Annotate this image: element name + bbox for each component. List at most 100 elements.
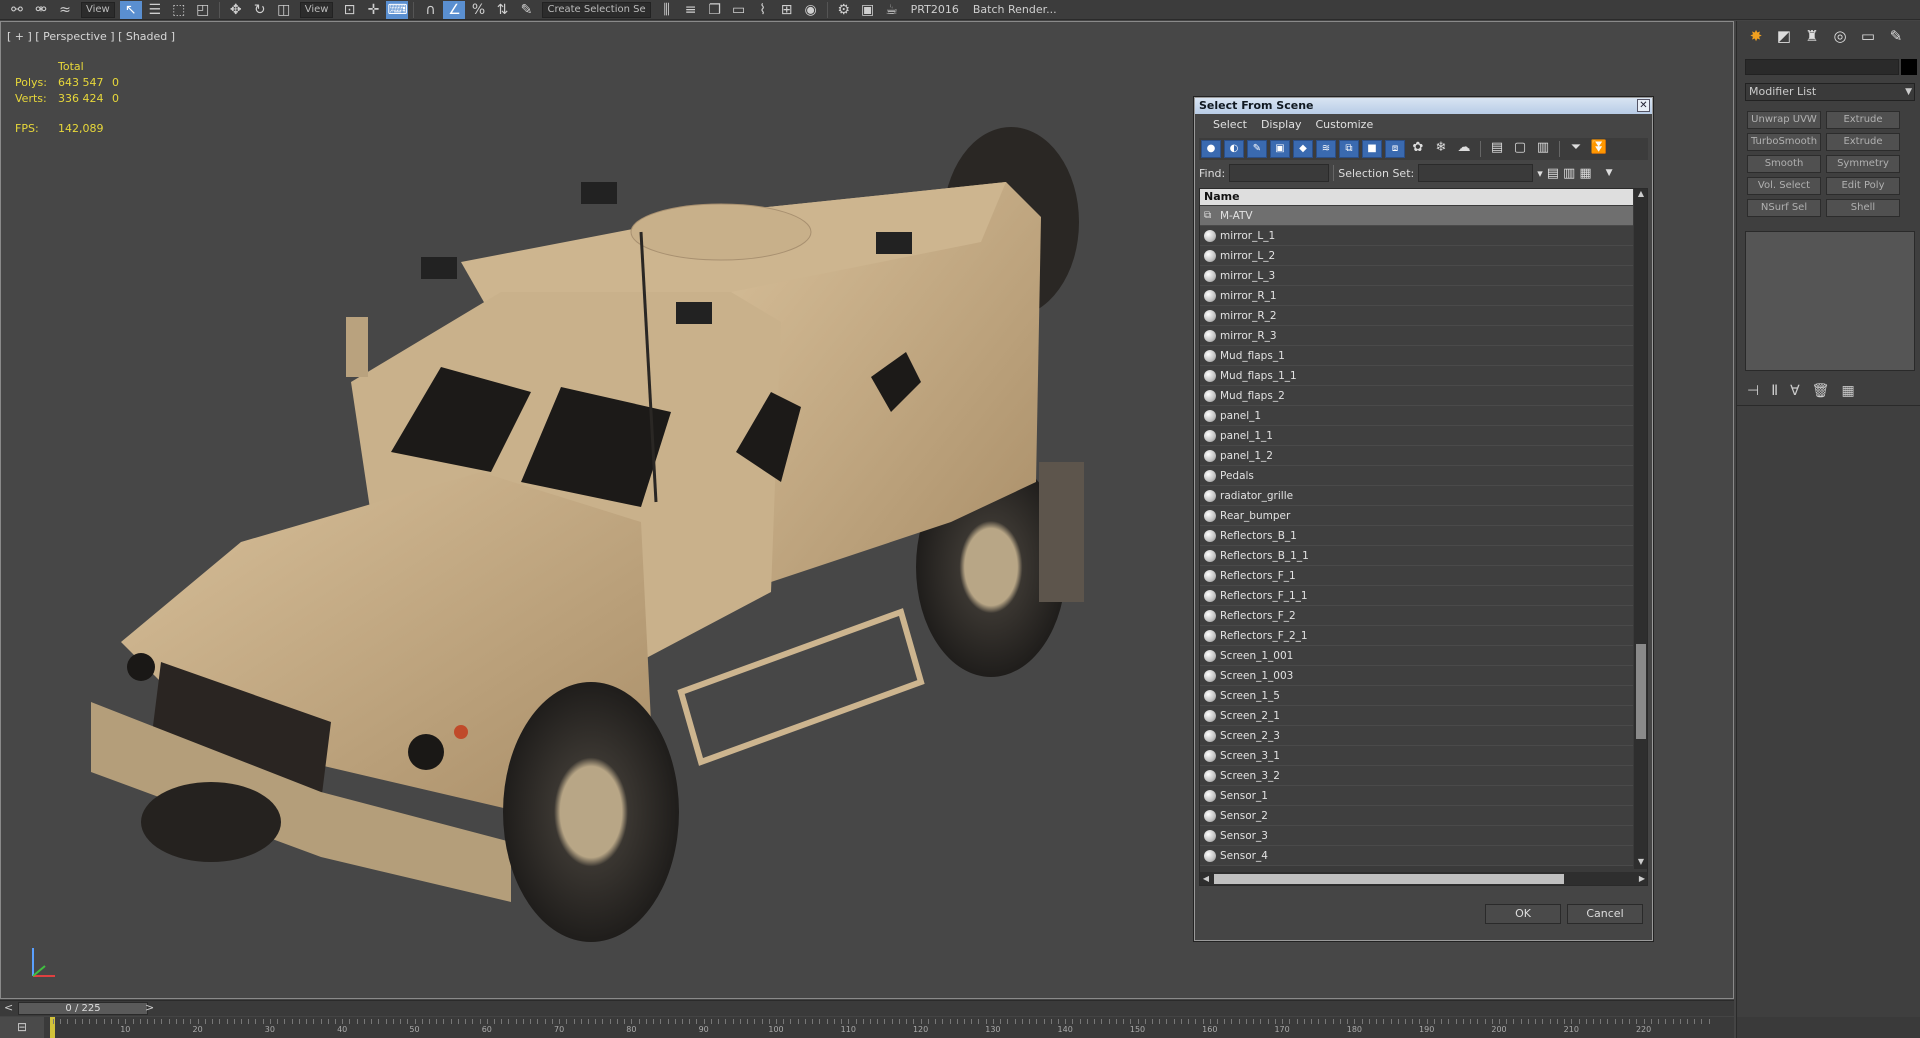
list-item[interactable]: Rear_bumper bbox=[1200, 506, 1633, 526]
list-item[interactable]: Reflectors_B_1 bbox=[1200, 526, 1633, 546]
batch-render-button[interactable]: Batch Render... bbox=[967, 3, 1063, 16]
list-item[interactable]: panel_1 bbox=[1200, 406, 1633, 426]
create-selection-set-icon[interactable]: ▤ bbox=[1547, 166, 1559, 181]
chevron-down-icon[interactable]: ▾ bbox=[1537, 167, 1543, 180]
show-end-result-icon[interactable]: Ⅱ bbox=[1771, 383, 1778, 399]
time-slider-prev-icon[interactable]: < bbox=[4, 1001, 13, 1014]
expand-toolbar-icon[interactable]: ▼ bbox=[1606, 168, 1613, 178]
find-input[interactable] bbox=[1229, 164, 1330, 182]
modifier-button-nsurf-sel[interactable]: NSurf Sel bbox=[1747, 199, 1821, 217]
scroll-up-icon[interactable]: ▲ bbox=[1634, 189, 1647, 201]
render-production-icon[interactable]: ☕ bbox=[881, 1, 903, 19]
view-filter-dropdown[interactable]: View bbox=[81, 1, 115, 18]
list-item[interactable]: Reflectors_B_1_1 bbox=[1200, 546, 1633, 566]
create-tab-icon[interactable]: ✸ bbox=[1745, 26, 1767, 46]
list-item[interactable]: Screen_3_2 bbox=[1200, 766, 1633, 786]
curve-editor-icon[interactable]: ⌇ bbox=[752, 1, 774, 19]
scroll-left-icon[interactable]: ◀ bbox=[1200, 872, 1212, 885]
mirror-icon[interactable]: ⫼ bbox=[656, 1, 678, 19]
add-to-selection-set-icon[interactable]: ▥ bbox=[1563, 166, 1575, 181]
list-item[interactable]: Mud_flaps_1 bbox=[1200, 346, 1633, 366]
unlink-icon[interactable]: ⚮ bbox=[30, 1, 52, 19]
pin-stack-icon[interactable]: ⊣ bbox=[1747, 383, 1759, 399]
menu-display[interactable]: Display bbox=[1261, 116, 1302, 134]
material-editor-icon[interactable]: ◉ bbox=[800, 1, 822, 19]
list-item[interactable]: ⧉ M-ATV bbox=[1200, 206, 1633, 226]
dialog-title[interactable]: Select From Scene bbox=[1195, 98, 1652, 114]
list-item[interactable]: mirror_L_1 bbox=[1200, 226, 1633, 246]
list-item[interactable]: Reflectors_F_2_1 bbox=[1200, 626, 1633, 646]
display-geometry-icon[interactable]: ● bbox=[1201, 140, 1221, 158]
spinner-snap-icon[interactable]: ⇅ bbox=[491, 1, 513, 19]
list-item[interactable]: Sensor_2 bbox=[1200, 806, 1633, 826]
modifier-button-shell[interactable]: Shell bbox=[1826, 199, 1900, 217]
list-item[interactable]: Mud_flaps_2 bbox=[1200, 386, 1633, 406]
column-header-name[interactable]: Name bbox=[1200, 189, 1633, 205]
viewport-label[interactable]: [ + ] [ Perspective ] [ Shaded ] bbox=[7, 30, 175, 43]
display-xrefs-icon[interactable]: ■ bbox=[1362, 140, 1382, 158]
select-none-icon[interactable]: ▢ bbox=[1510, 140, 1530, 158]
list-item[interactable]: Sensor_1 bbox=[1200, 786, 1633, 806]
list-item[interactable]: Mud_flaps_1_1 bbox=[1200, 366, 1633, 386]
list-item[interactable]: panel_1_1 bbox=[1200, 426, 1633, 446]
filter-options-icon[interactable]: ⏬ bbox=[1589, 140, 1609, 158]
scrollbar-thumb[interactable] bbox=[1214, 874, 1564, 884]
horizontal-scrollbar[interactable]: ◀ ▶ bbox=[1200, 872, 1647, 885]
modifier-button-extrude-2[interactable]: Extrude bbox=[1826, 133, 1900, 151]
list-item[interactable]: Screen_1_003 bbox=[1200, 666, 1633, 686]
schematic-view-icon[interactable]: ⊞ bbox=[776, 1, 798, 19]
invert-selection-icon[interactable]: ▥ bbox=[1533, 140, 1553, 158]
menu-select[interactable]: Select bbox=[1213, 116, 1247, 134]
list-item[interactable]: mirror_L_3 bbox=[1200, 266, 1633, 286]
modifier-list-dropdown[interactable]: Modifier List ▼ bbox=[1745, 83, 1915, 101]
display-frozen-icon[interactable]: ❄ bbox=[1431, 140, 1451, 158]
utilities-tab-icon[interactable]: ✎ bbox=[1885, 26, 1907, 46]
list-item[interactable]: Screen_1_001 bbox=[1200, 646, 1633, 666]
display-containers-icon[interactable]: ✿ bbox=[1408, 140, 1428, 158]
select-all-icon[interactable]: ▤ bbox=[1487, 140, 1507, 158]
make-unique-icon[interactable]: ∀ bbox=[1790, 383, 1800, 399]
list-item[interactable]: Screen_1_5 bbox=[1200, 686, 1633, 706]
list-item[interactable]: Reflectors_F_1_1 bbox=[1200, 586, 1633, 606]
list-item[interactable]: Sensor_4 bbox=[1200, 846, 1633, 866]
modifier-button-symmetry[interactable]: Symmetry bbox=[1826, 155, 1900, 173]
modify-tab-icon[interactable]: ◩ bbox=[1773, 26, 1795, 46]
percent-snap-icon[interactable]: % bbox=[467, 1, 489, 19]
cancel-button[interactable]: Cancel bbox=[1567, 904, 1643, 924]
configure-modifier-sets-icon[interactable]: ▦ bbox=[1841, 383, 1854, 399]
link-icon[interactable]: ⚯ bbox=[6, 1, 28, 19]
select-object-icon[interactable]: ↖ bbox=[119, 0, 142, 19]
display-tab-icon[interactable]: ▭ bbox=[1857, 26, 1879, 46]
time-slider-next-icon[interactable]: > bbox=[145, 1001, 154, 1014]
modifier-button-smooth[interactable]: Smooth bbox=[1747, 155, 1821, 173]
list-item[interactable]: radiator_grille bbox=[1200, 486, 1633, 506]
filter-icon[interactable]: ⏷ bbox=[1566, 140, 1586, 158]
render-setup-icon[interactable]: ⚙ bbox=[833, 1, 855, 19]
edit-named-sets-icon[interactable]: ✎ bbox=[515, 1, 537, 19]
rendered-frame-window-icon[interactable]: ▣ bbox=[857, 1, 879, 19]
graphite-tools-icon[interactable]: ▭ bbox=[728, 1, 750, 19]
reference-coord-dropdown[interactable]: View bbox=[299, 1, 334, 18]
align-icon[interactable]: ≡ bbox=[680, 1, 702, 19]
scrollbar-thumb[interactable] bbox=[1636, 644, 1646, 739]
layer-manager-icon[interactable]: ❐ bbox=[704, 1, 726, 19]
selection-set-dropdown[interactable] bbox=[1418, 164, 1534, 182]
list-item[interactable]: Screen_2_1 bbox=[1200, 706, 1633, 726]
angle-snap-icon[interactable]: ∠ bbox=[443, 0, 466, 19]
modifier-button-extrude[interactable]: Extrude bbox=[1826, 111, 1900, 129]
list-item[interactable]: Screen_3_1 bbox=[1200, 746, 1633, 766]
rect-selection-icon[interactable]: ⬚ bbox=[168, 1, 190, 19]
list-item[interactable]: panel_1_2 bbox=[1200, 446, 1633, 466]
object-color-swatch[interactable] bbox=[1901, 59, 1917, 75]
display-lights-icon[interactable]: ✎ bbox=[1247, 140, 1267, 158]
select-manipulate-icon[interactable]: ✛ bbox=[362, 1, 384, 19]
display-shapes-icon[interactable]: ◐ bbox=[1224, 140, 1244, 158]
window-crossing-icon[interactable]: ◰ bbox=[192, 1, 214, 19]
keyboard-shortcut-override-icon[interactable]: ⌨ bbox=[386, 0, 409, 19]
modifier-button-turbosmooth[interactable]: TurboSmooth bbox=[1747, 133, 1821, 151]
snap-toggle-icon[interactable]: ∩ bbox=[419, 1, 441, 19]
scroll-down-icon[interactable]: ▼ bbox=[1634, 857, 1647, 869]
motion-tab-icon[interactable]: ◎ bbox=[1829, 26, 1851, 46]
list-item[interactable]: mirror_L_2 bbox=[1200, 246, 1633, 266]
move-icon[interactable]: ✥ bbox=[225, 1, 247, 19]
